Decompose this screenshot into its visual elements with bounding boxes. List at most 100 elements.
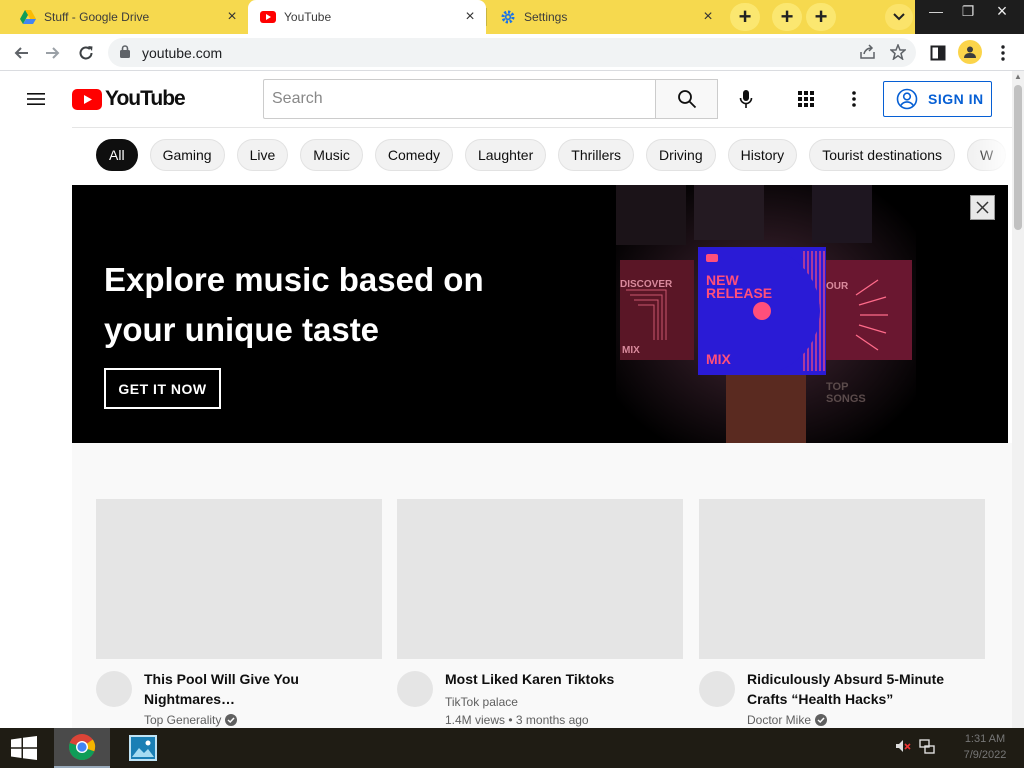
art-top-label: TOP [826, 381, 848, 393]
chip-comedy[interactable]: Comedy [374, 139, 453, 171]
network-icon[interactable] [919, 738, 935, 754]
account-circle-icon [896, 88, 918, 110]
chip-live[interactable]: Live [236, 139, 289, 171]
art-side-label-right: OUR [826, 281, 849, 292]
clock-time: 1:31 AM [964, 733, 1006, 745]
chip-thrillers[interactable]: Thrillers [558, 139, 635, 171]
youtube-logo[interactable]: YouTube [72, 87, 186, 111]
video-card[interactable]: Most Liked Karen Tiktoks TikTok palace 1… [397, 499, 683, 727]
video-title[interactable]: This Pool Will Give You Nightmares… [144, 669, 374, 709]
channel-avatar[interactable] [397, 671, 433, 707]
url-text[interactable]: youtube.com [142, 45, 222, 61]
channel-avatar[interactable] [96, 671, 132, 707]
apps-grid-icon[interactable] [794, 87, 818, 111]
channel-name[interactable]: Doctor Mike [747, 713, 828, 727]
chevron-down-icon [893, 13, 905, 21]
youtube-icon [260, 9, 276, 25]
tab-google-drive[interactable]: Stuff - Google Drive × [0, 0, 248, 34]
sign-in-button[interactable]: SIGN IN [883, 81, 992, 117]
reload-icon[interactable] [73, 40, 99, 66]
video-thumbnail[interactable] [397, 499, 683, 659]
tab-title: YouTube [284, 10, 332, 24]
more-options-icon[interactable] [842, 87, 866, 111]
forward-arrow-icon[interactable] [40, 40, 66, 66]
close-icon [976, 201, 989, 214]
close-banner-button[interactable] [970, 195, 995, 220]
side-panel-icon[interactable] [925, 40, 951, 66]
back-arrow-icon[interactable] [8, 40, 34, 66]
taskbar-clock[interactable]: 1:31 AM 7/9/2022 [955, 731, 1015, 763]
chip-all[interactable]: All [96, 139, 138, 171]
address-bar[interactable]: youtube.com [108, 38, 916, 67]
new-tab-button[interactable]: + [730, 3, 760, 31]
get-it-now-button[interactable]: GET IT NOW [104, 368, 221, 409]
chip-music[interactable]: Music [300, 139, 363, 171]
search-box[interactable] [263, 79, 656, 119]
windows-start-icon[interactable] [0, 728, 48, 768]
google-drive-icon [20, 9, 36, 25]
video-title[interactable]: Ridiculously Absurd 5-Minute Crafts “Hea… [747, 669, 977, 709]
chrome-taskbar-icon[interactable] [54, 728, 110, 768]
category-chips-bar: All Gaming Live Music Comedy Laughter Th… [72, 127, 1012, 183]
share-icon[interactable] [859, 44, 876, 65]
window-controls: — ❐ × [915, 0, 1024, 34]
close-tab-icon[interactable]: × [462, 9, 478, 25]
verified-check-icon [225, 714, 238, 726]
hamburger-menu-icon[interactable] [24, 87, 48, 111]
minimize-icon[interactable]: — [919, 0, 953, 22]
art-songs-label: SONGS [826, 393, 866, 405]
browser-toolbar: youtube.com [0, 34, 1024, 71]
close-tab-icon[interactable]: × [224, 9, 240, 25]
tab-search-button[interactable] [885, 4, 913, 30]
new-tab-button[interactable]: + [806, 3, 836, 31]
youtube-masthead: YouTube SIGN IN [0, 71, 1012, 127]
close-window-icon[interactable]: × [985, 0, 1019, 22]
clock-date: 7/9/2022 [963, 749, 1007, 761]
art-release-label: RELEASE [706, 285, 772, 301]
video-card[interactable]: Ridiculously Absurd 5-Minute Crafts “Hea… [699, 499, 985, 727]
close-tab-icon[interactable]: × [700, 9, 716, 25]
sign-in-label: SIGN IN [928, 91, 984, 107]
chip-history[interactable]: History [727, 139, 798, 171]
chip-tourist-destinations[interactable]: Tourist destinations [809, 139, 956, 171]
kebab-menu-icon[interactable] [990, 40, 1016, 66]
chip-laughter[interactable]: Laughter [464, 139, 547, 171]
maximize-icon[interactable]: ❐ [951, 0, 985, 22]
video-thumbnail[interactable] [699, 499, 985, 659]
tab-settings[interactable]: Settings × [488, 0, 724, 34]
scroll-up-arrow-icon[interactable]: ▲ [1012, 71, 1024, 83]
scrollbar-thumb[interactable] [1014, 85, 1022, 230]
volume-muted-icon[interactable] [895, 738, 911, 754]
chips-list: All Gaming Live Music Comedy Laughter Th… [96, 139, 1012, 171]
video-card[interactable]: This Pool Will Give You Nightmares… Top … [96, 499, 382, 727]
video-grid: This Pool Will Give You Nightmares… Top … [72, 443, 1012, 728]
tab-title: Stuff - Google Drive [44, 10, 150, 24]
music-promo-banner: Explore music based on your unique taste… [72, 185, 1008, 443]
channel-avatar[interactable] [699, 671, 735, 707]
bookmark-star-icon[interactable] [889, 42, 907, 65]
search-button[interactable] [655, 79, 718, 119]
verified-check-icon [815, 714, 828, 726]
windows-taskbar: 1:31 AM 7/9/2022 [0, 728, 1024, 768]
banner-headline: Explore music based on your unique taste [104, 261, 484, 348]
chip-gaming[interactable]: Gaming [149, 139, 225, 171]
art-side-label-left: DISCOVER [620, 279, 673, 290]
video-thumbnail[interactable] [96, 499, 382, 659]
chip-driving[interactable]: Driving [646, 139, 716, 171]
voice-search-button[interactable] [730, 83, 762, 115]
tab-title: Settings [524, 10, 568, 24]
page-scrollbar[interactable]: ▲ [1012, 71, 1024, 728]
settings-gear-icon [500, 9, 516, 25]
search-input[interactable] [264, 80, 656, 118]
tab-youtube[interactable]: YouTube × [248, 0, 486, 34]
browser-tab-strip: Stuff - Google Drive × YouTube × Setting… [0, 0, 1024, 34]
lock-icon[interactable] [120, 45, 130, 63]
video-title[interactable]: Most Liked Karen Tiktoks [445, 669, 675, 689]
profile-avatar-icon[interactable] [958, 40, 982, 64]
channel-name[interactable]: TikTok palace [445, 695, 518, 709]
channel-name[interactable]: Top Generality [144, 713, 238, 727]
music-mix-artwork: DISCOVER MIX OUR TOP SONGS NEW RELEASE M… [616, 185, 916, 443]
photos-taskbar-icon[interactable] [116, 728, 170, 768]
microphone-icon [739, 90, 753, 108]
new-tab-button[interactable]: + [772, 3, 802, 31]
